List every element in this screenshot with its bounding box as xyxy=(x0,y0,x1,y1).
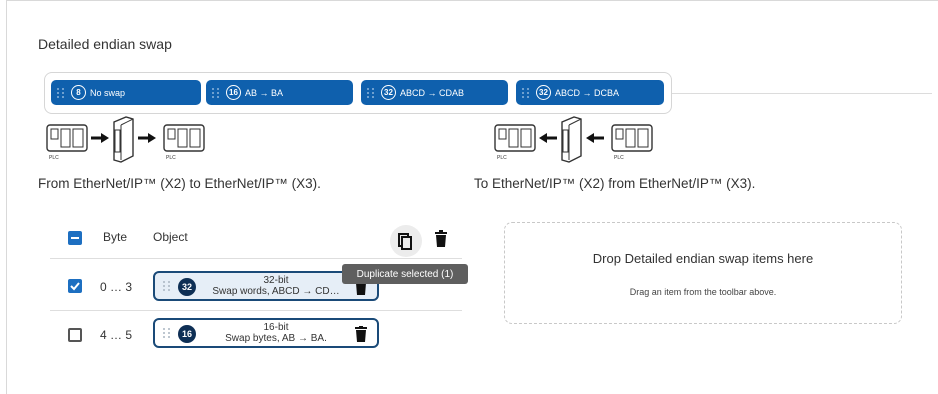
trash-icon xyxy=(435,230,447,247)
gateway-device-icon xyxy=(113,116,134,163)
swap-item[interactable]: 16 16-bit Swap bytes, AB → BA. xyxy=(153,318,379,348)
drop-zone[interactable]: Drop Detailed endian swap items here Dra… xyxy=(504,222,902,324)
arrow-left-icon xyxy=(586,133,604,143)
drag-handle-icon[interactable] xyxy=(57,87,65,98)
bit-badge: 32 xyxy=(536,85,551,100)
copy-icon xyxy=(398,233,412,250)
item-description: Swap words, ABCD → CD… xyxy=(212,286,340,297)
dataflow-diagram-right: PLC PLC xyxy=(494,116,653,163)
bit-badge: 32 xyxy=(381,85,396,100)
arrow-right-icon xyxy=(138,133,156,143)
plc-icon: PLC xyxy=(46,124,88,161)
drag-handle-icon[interactable] xyxy=(522,87,530,98)
drag-handle-icon[interactable] xyxy=(163,328,171,338)
chip-label: AB → BA xyxy=(245,87,284,98)
row-checkbox[interactable] xyxy=(68,279,82,293)
gateway-device-icon xyxy=(561,116,582,163)
column-header-object: Object xyxy=(153,230,188,244)
row-divider xyxy=(50,310,462,311)
trash-icon[interactable] xyxy=(355,326,367,342)
indeterminate-icon xyxy=(71,237,79,239)
drag-handle-icon[interactable] xyxy=(163,281,171,291)
plc-icon: PLC xyxy=(611,124,653,161)
frame-left-border xyxy=(6,0,7,394)
plc-icon: PLC xyxy=(163,124,205,161)
caption-from: From EtherNet/IP™ (X2) to EtherNet/IP™ (… xyxy=(38,176,321,191)
row-byte-range: 4 … 5 xyxy=(100,328,133,342)
row-checkbox[interactable] xyxy=(68,328,82,342)
plc-icon: PLC xyxy=(494,124,536,161)
swap-toolbar: 8 No swap 16 AB → BA 32 ABCD → CDAB 32 A… xyxy=(44,72,672,114)
drop-zone-title: Drop Detailed endian swap items here xyxy=(592,251,814,266)
chip-label: ABCD → CDAB xyxy=(400,87,465,98)
drag-handle-icon[interactable] xyxy=(212,87,220,98)
duplicate-tooltip: Duplicate selected (1) xyxy=(342,264,468,284)
item-bit-width: 32-bit xyxy=(263,275,289,286)
toolbar-chip-abcd-cdab[interactable]: 32 ABCD → CDAB xyxy=(361,80,508,105)
duplicate-button[interactable] xyxy=(390,225,422,257)
item-bit-width: 16-bit xyxy=(263,322,289,333)
chip-label: ABCD → DCBA xyxy=(555,87,620,98)
caption-to: To EtherNet/IP™ (X2) from EtherNet/IP™ (… xyxy=(474,176,756,191)
checkmark-icon xyxy=(70,282,80,291)
delete-selected-button[interactable] xyxy=(434,230,448,253)
bit-badge: 16 xyxy=(178,325,196,343)
arrow-left-icon xyxy=(539,133,557,143)
svg-text:PLC: PLC xyxy=(49,155,59,161)
svg-text:PLC: PLC xyxy=(166,155,176,161)
frame-top-border xyxy=(6,0,938,1)
drag-handle-icon[interactable] xyxy=(367,87,375,98)
row-byte-range: 0 … 3 xyxy=(100,280,133,294)
toolbar-chip-abcd-dcba[interactable]: 32 ABCD → DCBA xyxy=(516,80,664,105)
bit-badge: 8 xyxy=(71,85,86,100)
item-description: Swap bytes, AB → BA. xyxy=(225,333,327,344)
chip-label: No swap xyxy=(90,87,126,98)
section-title: Detailed endian swap xyxy=(38,36,172,52)
drop-zone-hint: Drag an item from the toolbar above. xyxy=(629,287,777,297)
svg-text:PLC: PLC xyxy=(614,155,624,161)
toolbar-chip-ab-ba[interactable]: 16 AB → BA xyxy=(206,80,353,105)
row-divider xyxy=(50,258,462,259)
bit-badge: 16 xyxy=(226,85,241,100)
dataflow-diagram-left: PLC PLC xyxy=(46,116,205,163)
divider xyxy=(670,93,932,94)
toolbar-chip-no-swap[interactable]: 8 No swap xyxy=(51,80,201,105)
select-all-checkbox[interactable] xyxy=(68,231,82,245)
arrow-right-icon xyxy=(91,133,109,143)
bit-badge: 32 xyxy=(178,278,196,296)
svg-text:PLC: PLC xyxy=(497,155,507,161)
column-header-byte: Byte xyxy=(103,230,128,244)
